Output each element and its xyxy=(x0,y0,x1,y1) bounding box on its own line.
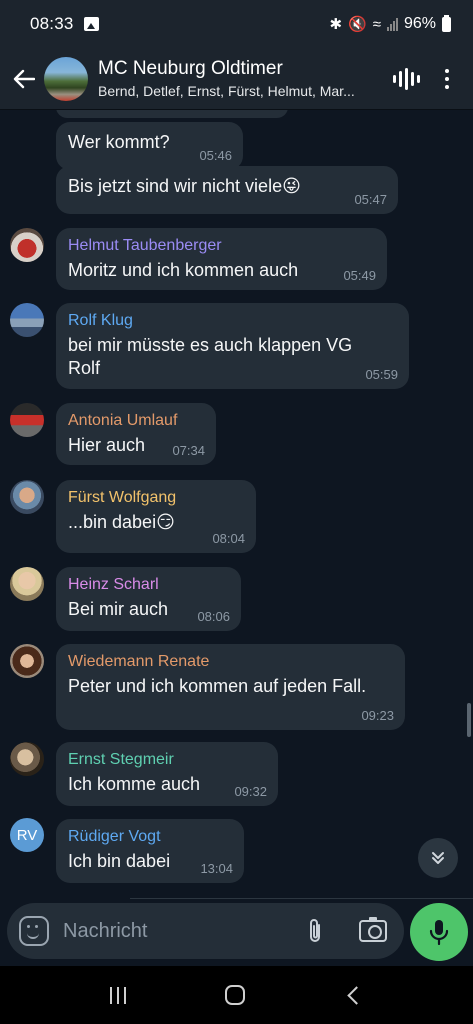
scroll-down-button[interactable] xyxy=(418,838,458,878)
message-list[interactable]: Wer kommt? 05:46 Bis jetzt sind wir nich… xyxy=(0,110,473,898)
scrollbar[interactable] xyxy=(467,703,471,737)
paperclip-icon xyxy=(310,919,320,942)
avatar[interactable] xyxy=(10,567,44,601)
microphone-icon xyxy=(429,920,449,945)
avatar[interactable] xyxy=(10,228,44,262)
arrow-left-icon xyxy=(13,69,35,88)
message-time: 05:47 xyxy=(354,192,387,207)
back-nav-button[interactable] xyxy=(347,985,367,1005)
message-time: 05:49 xyxy=(343,268,376,283)
sender-name: Fürst Wolfgang xyxy=(68,489,177,506)
sender-name: Wiedemann Renate xyxy=(68,653,210,670)
more-menu-button[interactable] xyxy=(432,61,462,97)
battery-icon xyxy=(442,14,451,32)
wifi-icon: ≈ xyxy=(372,15,381,33)
avatar[interactable] xyxy=(10,480,44,514)
gallery-notification-icon xyxy=(83,17,99,31)
attach-button[interactable] xyxy=(303,916,327,946)
message-bubble-partial[interactable] xyxy=(56,110,288,118)
avatar[interactable] xyxy=(10,303,44,337)
message-time: 05:59 xyxy=(365,367,398,382)
camera-icon[interactable] xyxy=(359,917,387,942)
message-time: 05:46 xyxy=(199,148,232,163)
signal-icon xyxy=(386,17,398,31)
voice-wave-icon xyxy=(392,67,420,90)
message-time: 08:06 xyxy=(197,609,230,624)
message-time: 13:04 xyxy=(200,861,233,876)
avatar[interactable] xyxy=(10,403,44,437)
voice-message-button[interactable] xyxy=(410,903,468,961)
double-chevron-down-icon xyxy=(432,852,444,864)
message-bubble[interactable]: Heinz Scharl Bei mir auch 08:06 xyxy=(56,567,241,631)
message-time: 08:04 xyxy=(212,531,245,546)
chat-header: MC Neuburg Oldtimer Bernd, Detlef, Ernst… xyxy=(0,48,473,110)
message-time: 09:23 xyxy=(361,708,394,723)
message-text: Peter und ich kommen auf jeden Fall. xyxy=(68,676,367,696)
message-input[interactable] xyxy=(63,911,283,951)
message-bubble[interactable]: Antonia Umlauf Hier auch 07:34 xyxy=(56,403,216,465)
avatar[interactable]: RV xyxy=(10,818,44,852)
message-bubble[interactable]: Wer kommt? 05:46 xyxy=(56,122,243,170)
sender-name: Helmut Taubenberger xyxy=(68,237,222,254)
mute-icon: 🔇 xyxy=(348,16,367,33)
group-avatar[interactable] xyxy=(44,56,88,101)
message-bubble[interactable]: Fürst Wolfgang ...bin dabei😏 08:04 xyxy=(56,480,256,553)
recents-button[interactable] xyxy=(109,986,126,1004)
sender-name: Ernst Stegmeir xyxy=(68,751,174,768)
chat-info[interactable]: MC Neuburg Oldtimer Bernd, Detlef, Ernst… xyxy=(98,58,378,99)
chat-members: Bernd, Detlef, Ernst, Fürst, Helmut, Mar… xyxy=(98,83,355,99)
message-bubble[interactable]: Helmut Taubenberger Moritz und ich komme… xyxy=(56,228,387,290)
back-button[interactable] xyxy=(4,59,44,99)
divider xyxy=(130,898,473,899)
message-bubble[interactable]: Rüdiger Vogt Ich bin dabei 13:04 xyxy=(56,819,244,883)
message-text: Bis jetzt sind wir nicht viele😜 xyxy=(68,176,301,196)
battery-percent: 96% xyxy=(403,15,436,32)
status-time: 08:33 xyxy=(30,14,74,33)
composer xyxy=(0,898,473,966)
sticker-icon[interactable] xyxy=(19,916,49,946)
avatar[interactable] xyxy=(10,644,44,678)
sender-name: Rolf Klug xyxy=(68,312,133,329)
sender-name: Antonia Umlauf xyxy=(68,412,178,429)
sender-name: Rüdiger Vogt xyxy=(68,828,161,845)
home-button[interactable] xyxy=(224,985,245,1005)
message-time: 09:32 xyxy=(234,784,267,799)
avatar[interactable] xyxy=(10,742,44,776)
chat-title: MC Neuburg Oldtimer xyxy=(98,58,283,79)
bluetooth-icon: ✱ xyxy=(329,16,343,33)
sender-name: Heinz Scharl xyxy=(68,576,159,593)
message-bubble[interactable]: Bis jetzt sind wir nicht viele😜 05:47 xyxy=(56,166,398,214)
message-input-bar xyxy=(7,903,404,959)
message-text: Moritz und ich kommen auch xyxy=(68,260,299,280)
status-bar: 08:33 ✱ 🔇 ≈ 96% xyxy=(0,0,473,48)
message-bubble[interactable]: Ernst Stegmeir Ich komme auch 09:32 xyxy=(56,742,278,806)
voice-chat-button[interactable] xyxy=(388,61,424,97)
message-time: 07:34 xyxy=(172,443,205,458)
message-bubble[interactable]: Rolf Klug bei mir müsste es auch klappen… xyxy=(56,303,409,389)
message-bubble[interactable]: Wiedemann Renate Peter und ich kommen au… xyxy=(56,644,405,730)
message-text: bei mir müsste es auch klappen VG Rolf xyxy=(68,335,353,378)
system-nav-bar xyxy=(0,966,473,1024)
